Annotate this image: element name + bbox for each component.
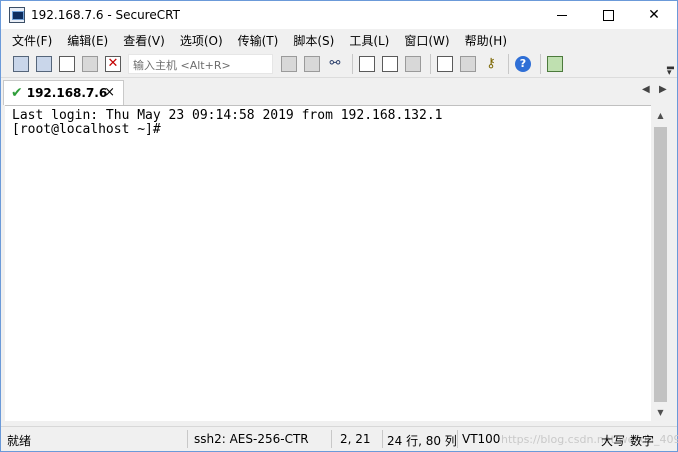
reconnect-icon[interactable] <box>82 56 98 72</box>
scroll-down-icon[interactable]: ▼ <box>652 404 669 421</box>
sftp-icon[interactable] <box>547 56 563 72</box>
menu-script[interactable]: 脚本(S) <box>293 32 334 49</box>
menu-view[interactable]: 查看(V) <box>123 32 165 49</box>
menu-bar: 文件(F) 编辑(E) 查看(V) 选项(O) 传输(T) 脚本(S) 工具(L… <box>1 29 677 51</box>
menu-file[interactable]: 文件(F) <box>12 32 52 49</box>
minimize-button[interactable] <box>539 1 585 29</box>
session-options-icon[interactable] <box>437 56 453 72</box>
status-protocol: ssh2: AES-256-CTR <box>194 432 309 446</box>
maximize-icon <box>602 9 614 21</box>
close-icon: ✕ <box>648 7 660 23</box>
print-icon[interactable] <box>359 56 375 72</box>
toolbar-separator <box>540 54 541 74</box>
session-tab[interactable]: ✔ 192.168.7.6 × <box>3 80 124 105</box>
status-caps-lock: 大写 <box>601 434 626 448</box>
quick-connect-input[interactable]: 输入主机 <Alt+R> <box>128 54 273 74</box>
securecrt-window: 192.168.7.6 - SecureCRT ✕ 文件(F) 编辑(E) 查看… <box>0 0 678 452</box>
tab-close-button[interactable]: × <box>104 85 115 100</box>
status-cursor-position: 2, 21 <box>340 432 371 446</box>
toolbar-separator <box>430 54 431 74</box>
status-separator <box>187 430 188 448</box>
status-terminal-size: 24 行, 80 列 <box>387 434 457 448</box>
scroll-up-icon[interactable]: ▲ <box>652 107 669 124</box>
menu-help[interactable]: 帮助(H) <box>465 32 507 49</box>
toolbar: ✕ 输入主机 <Alt+R> ⚯ ⚷ ? ▂ ▾ <box>1 51 677 78</box>
connect-icon[interactable] <box>13 56 29 72</box>
menu-window[interactable]: 窗口(W) <box>404 32 449 49</box>
toolbar-separator <box>508 54 509 74</box>
toolbar-separator <box>352 54 353 74</box>
keymap-icon[interactable]: ⚷ <box>483 56 499 72</box>
status-bar: 就绪 ssh2: AES-256-CTR 2, 21 24 行, 80 列 VT… <box>1 426 678 451</box>
close-button[interactable]: ✕ <box>631 1 677 29</box>
securecrt-app-icon[interactable] <box>9 7 25 23</box>
tab-bar: ✔ 192.168.7.6 × ◀ ▶ <box>1 78 677 105</box>
toolbar-overflow-icon[interactable]: ▂ ▾ <box>667 61 674 78</box>
tab-scroll-left-icon[interactable]: ◀ <box>642 84 650 95</box>
quick-connect-icon[interactable] <box>36 56 52 72</box>
scrollbar-thumb[interactable] <box>654 127 667 402</box>
menu-edit[interactable]: 编辑(E) <box>67 32 108 49</box>
terminal-prompt: [root@localhost ~]# <box>12 122 161 137</box>
window-title: 192.168.7.6 - SecureCRT <box>31 8 180 22</box>
session-tab-label: 192.168.7.6 <box>26 86 108 100</box>
copy-icon[interactable] <box>281 56 297 72</box>
connect-tab-icon[interactable] <box>59 56 75 72</box>
disconnect-icon[interactable]: ✕ <box>105 56 121 72</box>
help-icon[interactable]: ? <box>515 56 531 72</box>
terminal-screen[interactable]: Last login: Thu May 23 09:14:58 2019 fro… <box>5 105 651 421</box>
window-controls: ✕ <box>539 1 677 29</box>
print-setup-icon[interactable] <box>405 56 421 72</box>
status-separator <box>457 430 458 448</box>
terminal-line: Last login: Thu May 23 09:14:58 2019 fro… <box>12 108 443 123</box>
menu-tools[interactable]: 工具(L) <box>349 32 389 49</box>
global-options-icon[interactable] <box>460 56 476 72</box>
title-bar[interactable]: 192.168.7.6 - SecureCRT ✕ <box>1 1 677 29</box>
status-terminal-type: VT100 <box>462 432 501 446</box>
menu-options[interactable]: 选项(O) <box>180 32 223 49</box>
find-icon[interactable]: ⚯ <box>327 56 343 72</box>
print-selection-icon[interactable] <box>382 56 398 72</box>
status-ready: 就绪 <box>7 434 32 448</box>
status-num-lock: 数字 <box>630 434 655 448</box>
terminal-scrollbar[interactable]: ▲ ▼ <box>652 107 669 421</box>
connected-check-icon: ✔ <box>11 85 23 101</box>
minimize-icon <box>557 14 567 16</box>
tab-scroll-right-icon[interactable]: ▶ <box>659 84 667 95</box>
status-separator <box>382 430 383 448</box>
status-separator <box>331 430 332 448</box>
paste-icon[interactable] <box>304 56 320 72</box>
menu-transfer[interactable]: 传输(T) <box>238 32 279 49</box>
quick-connect-placeholder: 输入主机 <Alt+R> <box>133 59 231 72</box>
maximize-button[interactable] <box>585 1 631 29</box>
